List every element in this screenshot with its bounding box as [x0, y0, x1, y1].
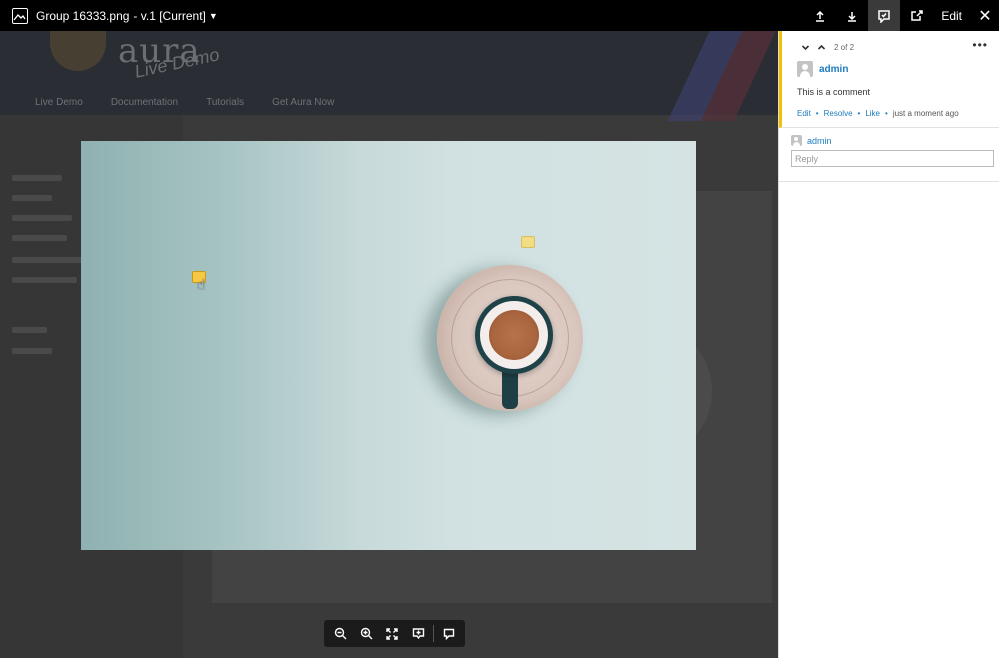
close-icon: ✕ — [978, 7, 992, 25]
comment-card: 2 of 2 ••• admin This is a comment Edit … — [779, 31, 999, 128]
coffee-cup — [475, 296, 553, 374]
comments-icon — [878, 9, 891, 23]
hand-cursor-icon: ☝ — [197, 276, 206, 292]
comment-timestamp: just a moment ago — [892, 109, 959, 118]
comment-actions: Edit • Resolve • Like • just a moment ag… — [797, 109, 984, 118]
topbar-actions: Edit ✕ — [804, 0, 999, 31]
zoom-in-button[interactable] — [353, 620, 379, 647]
chevron-down-icon[interactable]: ▼ — [209, 11, 218, 21]
like-link[interactable]: Like — [865, 109, 880, 118]
comments-button[interactable] — [868, 0, 901, 31]
separator-dot: • — [815, 109, 819, 118]
comment-counter: 2 of 2 — [834, 42, 855, 52]
viewer-toolbar — [324, 620, 465, 647]
image-file-icon — [12, 7, 28, 24]
upload-button[interactable] — [804, 0, 836, 31]
background-sidebar-line — [12, 195, 52, 201]
add-comment-button[interactable] — [436, 620, 462, 647]
comment-navigation: 2 of 2 — [797, 40, 984, 54]
comment-icon — [443, 628, 455, 640]
close-button[interactable]: ✕ — [971, 0, 999, 31]
chevron-down-icon — [801, 44, 809, 50]
share-button[interactable] — [900, 0, 932, 31]
background-header: aura Live Demo Live Demo Documentation T… — [0, 31, 778, 121]
zoom-in-icon — [360, 627, 372, 640]
next-comment-button[interactable] — [797, 43, 813, 52]
resolve-link[interactable]: Resolve — [824, 109, 853, 118]
background-decoration — [640, 31, 778, 121]
background-nav-item: Documentation — [110, 97, 179, 108]
toolbar-divider — [433, 625, 434, 642]
reply-author-row: admin — [791, 135, 987, 146]
comment-text: This is a comment — [797, 87, 871, 97]
download-button[interactable] — [836, 0, 868, 31]
share-icon — [911, 10, 923, 21]
background-sidebar-line — [12, 348, 52, 354]
version-selector[interactable]: - v.1 [Current] — [133, 9, 205, 23]
background-nav-item: Live Demo — [35, 97, 83, 108]
background-sidebar-line — [12, 235, 67, 241]
previous-comment-button[interactable] — [813, 43, 829, 52]
download-icon — [848, 11, 857, 22]
background-sidebar-line — [12, 175, 62, 181]
background-nav-item: Tutorials — [206, 97, 245, 108]
separator-dot: • — [885, 109, 888, 118]
comments-panel: 2 of 2 ••• admin This is a comment Edit … — [778, 31, 999, 658]
present-button[interactable] — [405, 620, 431, 647]
more-icon: ••• — [972, 38, 988, 52]
reply-area: admin — [779, 128, 999, 182]
separator-dot: • — [857, 109, 861, 118]
zoom-out-button[interactable] — [327, 620, 353, 647]
file-name: Group 16333.png — [36, 8, 130, 23]
edit-button[interactable]: Edit — [932, 0, 971, 31]
edit-comment-link[interactable]: Edit — [797, 109, 811, 118]
cup-handle — [502, 371, 518, 409]
cup-inner — [480, 301, 548, 369]
background-nav-item: Get Aura Now — [272, 97, 335, 108]
coffee — [489, 310, 539, 360]
avatar — [791, 135, 802, 146]
avatar — [797, 61, 813, 77]
fit-screen-button[interactable] — [379, 620, 405, 647]
background-sidebar-line — [12, 327, 47, 333]
chevron-up-icon — [817, 44, 825, 50]
background-sidebar-line — [12, 277, 77, 283]
viewer-topbar: Group 16333.png - v.1 [Current] ▼ Edit ✕ — [0, 0, 999, 31]
zoom-out-icon — [334, 627, 346, 640]
present-icon — [412, 628, 424, 640]
comment-author-row: admin — [797, 61, 984, 77]
more-options-button[interactable]: ••• — [972, 38, 988, 52]
background-sidebar-line — [12, 215, 72, 221]
background-sidebar-line — [12, 257, 82, 263]
upload-icon — [816, 10, 825, 22]
comment-pin[interactable] — [521, 236, 535, 248]
preview-image[interactable] — [81, 141, 696, 550]
reply-input[interactable] — [791, 150, 994, 167]
reply-author[interactable]: admin — [807, 136, 832, 146]
comment-author[interactable]: admin — [819, 64, 848, 75]
fit-screen-icon — [386, 627, 398, 640]
background-nav: Live Demo Documentation Tutorials Get Au… — [35, 97, 334, 108]
background-logo-mark — [50, 31, 106, 71]
